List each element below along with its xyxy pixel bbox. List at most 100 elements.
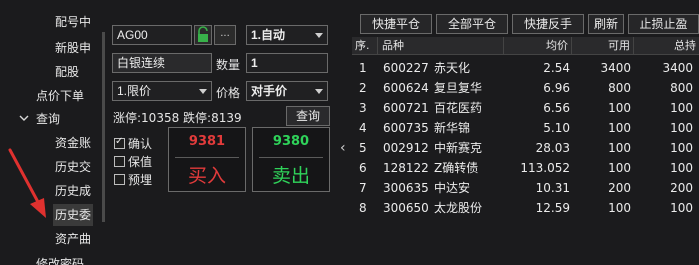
cell-total: 100 xyxy=(670,141,693,155)
cell-name: Z确转债 xyxy=(434,161,479,175)
table-row[interactable]: 2 600624 复旦复华 6.96 800 800 xyxy=(352,78,699,98)
quick-close-button[interactable]: 快捷平仓 xyxy=(360,14,432,34)
table-row[interactable]: 4 600735 新华锦 5.10 100 100 xyxy=(352,118,699,138)
nav-item-rights-issue[interactable]: 配股 xyxy=(55,61,79,83)
preset-checkbox[interactable]: 预埋 xyxy=(114,171,152,188)
price-type-select[interactable]: 1.限价 xyxy=(112,81,212,101)
price-label: 价格 xyxy=(216,86,241,100)
nav-item-history-trades[interactable]: 历史交 xyxy=(55,156,91,178)
col-header-avg-price[interactable]: 均价 xyxy=(504,37,572,55)
cell-available: 800 xyxy=(608,81,631,95)
order-panel: AG00 ... 1.自动 白银连续 数量 1 1.限价 价格 对手价 涨停:1… xyxy=(108,7,336,265)
limit-prices-text: 涨停:10358 跌停:8139 xyxy=(113,111,242,125)
col-header-total[interactable]: 总持 xyxy=(634,37,699,55)
cell-index: 3 xyxy=(359,101,367,115)
cell-code: 128122 xyxy=(383,161,429,175)
cell-total: 100 xyxy=(670,161,693,175)
chevron-down-icon[interactable] xyxy=(18,112,30,124)
hedge-checkbox[interactable]: 保值 xyxy=(114,153,152,170)
nav-item-new-stock[interactable]: 新股申 xyxy=(55,37,91,59)
nav-scrollbar[interactable] xyxy=(102,32,105,222)
cell-avg-price: 6.56 xyxy=(543,101,570,115)
sell-button[interactable]: 9380 卖出 xyxy=(252,127,330,192)
checkbox-icon xyxy=(114,156,125,167)
cell-code: 300635 xyxy=(383,181,429,195)
positions-table: 序. 品种 均价 可用 总持 1 600227 赤天化 2.54 3400 3400 2 60… xyxy=(352,37,699,265)
checkbox-checked-icon xyxy=(114,136,125,149)
cell-available: 3400 xyxy=(600,61,631,75)
table-row[interactable]: 5 002912 中新赛克 28.03 100 100 xyxy=(352,138,699,158)
table-row[interactable]: 7 300635 中达安 10.31 200 200 xyxy=(352,178,699,198)
price-select[interactable]: 对手价 xyxy=(246,81,328,101)
query-button[interactable]: 查询 xyxy=(286,106,330,126)
chevron-down-icon xyxy=(315,33,323,38)
stop-loss-button[interactable]: 止损止盈 xyxy=(628,14,699,34)
checkbox-icon xyxy=(114,174,125,185)
nav-item-peihao[interactable]: 配号中 xyxy=(55,11,91,33)
cell-available: 100 xyxy=(608,161,631,175)
cell-available: 200 xyxy=(608,181,631,195)
cell-total: 100 xyxy=(670,101,693,115)
hedge-label: 保值 xyxy=(128,155,153,169)
cell-code: 300650 xyxy=(383,201,429,215)
cell-name: 中新赛克 xyxy=(434,141,483,155)
nav-item-funds[interactable]: 资金账 xyxy=(55,132,91,154)
divider xyxy=(259,157,323,158)
quantity-input[interactable]: 1 xyxy=(246,53,328,73)
cell-index: 8 xyxy=(359,201,367,215)
red-arrow-annotation xyxy=(8,148,46,218)
table-row[interactable]: 1 600227 赤天化 2.54 3400 3400 xyxy=(352,58,699,78)
cell-avg-price: 12.59 xyxy=(535,201,570,215)
mode-select[interactable]: 1.自动 xyxy=(246,25,328,45)
cell-index: 1 xyxy=(359,61,367,75)
cell-available: 100 xyxy=(608,141,631,155)
cell-available: 100 xyxy=(608,121,631,135)
contract-code-input[interactable]: AG00 xyxy=(112,25,192,45)
cell-available: 100 xyxy=(608,201,631,215)
cell-index: 4 xyxy=(359,121,367,135)
refresh-button[interactable]: 刷新 xyxy=(588,14,624,34)
quick-reverse-button[interactable]: 快捷反手 xyxy=(512,14,584,34)
cell-index: 6 xyxy=(359,161,367,175)
confirm-checkbox[interactable]: 确认 xyxy=(114,135,152,152)
buy-button[interactable]: 9381 买入 xyxy=(168,127,246,192)
cell-available: 100 xyxy=(608,101,631,115)
cell-avg-price: 5.10 xyxy=(543,121,570,135)
cell-code: 600721 xyxy=(383,101,429,115)
price-type-value: 1.限价 xyxy=(117,84,152,98)
table-header: 序. 品种 均价 可用 总持 xyxy=(352,37,699,55)
nav-item-point-order[interactable]: 点价下单 xyxy=(36,85,84,107)
table-row[interactable]: 8 300650 太龙股份 12.59 100 100 xyxy=(352,198,699,218)
nav-item-change-password[interactable]: 修改密码 xyxy=(36,253,84,265)
nav-item-asset-curve[interactable]: 资产曲 xyxy=(55,228,91,250)
cell-code: 002912 xyxy=(383,141,429,155)
buy-label: 买入 xyxy=(187,165,226,187)
nav-item-query[interactable]: 查询 xyxy=(36,108,60,130)
cell-code: 600624 xyxy=(383,81,429,95)
buy-price: 9381 xyxy=(188,134,226,149)
col-header-symbol[interactable]: 品种 xyxy=(378,37,504,55)
col-header-index[interactable]: 序. xyxy=(352,37,378,55)
cell-name: 赤天化 xyxy=(434,61,471,75)
cell-total: 100 xyxy=(670,201,693,215)
cell-total: 800 xyxy=(670,81,693,95)
cell-code: 600227 xyxy=(383,61,429,75)
collapse-left-icon[interactable]: ‹ xyxy=(340,140,346,156)
cell-index: 2 xyxy=(359,81,367,95)
cell-avg-price: 28.03 xyxy=(535,141,570,155)
cell-name: 太龙股份 xyxy=(434,201,483,215)
col-header-available[interactable]: 可用 xyxy=(572,37,634,55)
sell-price: 9380 xyxy=(272,134,310,149)
cell-avg-price: 2.54 xyxy=(543,61,570,75)
quantity-label: 数量 xyxy=(216,58,241,72)
cell-avg-price: 6.96 xyxy=(543,81,570,95)
mode-select-value: 1.自动 xyxy=(251,28,286,42)
table-row[interactable]: 6 128122 Z确转债 113.052 100 100 xyxy=(352,158,699,178)
confirm-label: 确认 xyxy=(128,137,153,151)
table-row[interactable]: 3 600721 百花医药 6.56 100 100 xyxy=(352,98,699,118)
more-button[interactable]: ... xyxy=(214,25,236,45)
nav-item-history-fills[interactable]: 历史成 xyxy=(55,180,91,202)
close-all-button[interactable]: 全部平仓 xyxy=(436,14,508,34)
chevron-down-icon xyxy=(199,89,207,94)
lock-icon[interactable] xyxy=(194,25,212,45)
